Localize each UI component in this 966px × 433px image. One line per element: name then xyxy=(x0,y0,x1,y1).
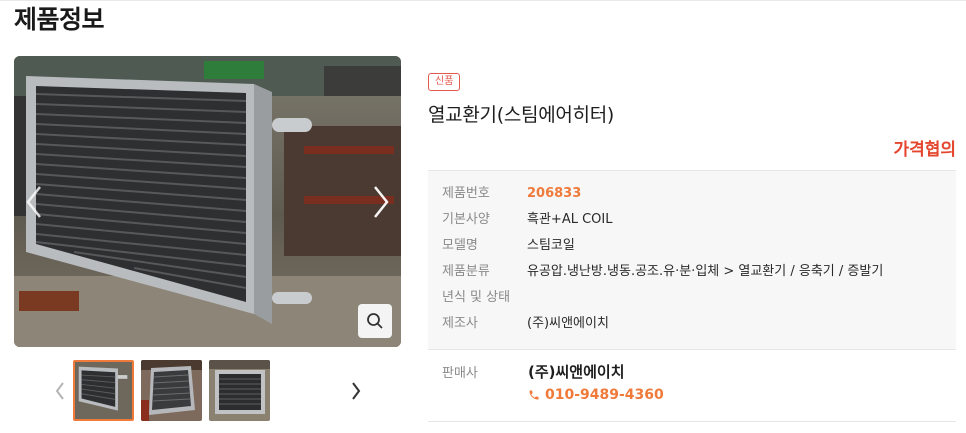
thumbnail-prev-button[interactable] xyxy=(50,378,70,404)
heat-exchanger-photo xyxy=(14,56,401,347)
image-prev-button[interactable] xyxy=(14,56,54,347)
info-label: 년식 및 상태 xyxy=(442,290,511,305)
info-label: 제조사 xyxy=(442,316,478,331)
product-main-image[interactable] xyxy=(14,56,401,347)
price-label: 가격협의 xyxy=(893,140,956,160)
page-title: 제품정보 xyxy=(14,5,105,34)
info-value: 흑관+AL COIL xyxy=(527,212,613,227)
chevron-right-icon xyxy=(374,185,389,218)
info-label: 모델명 xyxy=(442,238,478,253)
info-row-category: 제품분류 유공압.냉난방.냉동.공조.유·분·입체 > 열교환기 / 응축기 /… xyxy=(428,259,956,285)
chevron-left-icon xyxy=(26,185,41,218)
info-row-product-number: 제품번호 206833 xyxy=(428,181,956,207)
thumbnail-image xyxy=(209,360,270,421)
chevron-left-icon xyxy=(55,382,64,400)
seller-name[interactable]: (주)씨앤에이치 xyxy=(528,361,625,382)
phone-icon xyxy=(529,390,539,400)
info-row-model: 모델명 스팀코일 xyxy=(428,233,956,259)
product-number-value: 206833 xyxy=(527,186,582,201)
zoom-button[interactable] xyxy=(358,304,392,338)
condition-badge: 신품 xyxy=(428,73,461,91)
seller-phone: 010-9489-4360 xyxy=(545,387,664,403)
info-value: (주)씨앤에이치 xyxy=(527,316,609,331)
info-value: 스팀코일 xyxy=(527,238,575,253)
info-label: 기본사양 xyxy=(442,212,490,227)
seller-phone-link[interactable]: 010-9489-4360 xyxy=(528,387,664,403)
top-divider xyxy=(0,0,966,1)
thumbnail-image xyxy=(141,360,202,421)
info-label: 제품번호 xyxy=(442,186,490,201)
info-row-manufacturer: 제조사 (주)씨앤에이치 xyxy=(428,311,956,337)
seller-label: 판매사 xyxy=(442,366,478,381)
thumbnail-next-button[interactable] xyxy=(346,378,366,404)
thumbnail-image xyxy=(75,362,132,419)
product-info-table: 제품번호 206833 기본사양 흑관+AL COIL 모델명 스팀코일 제품분… xyxy=(428,170,956,350)
product-name: 열교환기(스팀에어히터) xyxy=(428,104,615,126)
info-row-spec: 기본사양 흑관+AL COIL xyxy=(428,207,956,233)
info-label: 제품분류 xyxy=(442,264,490,279)
category-path[interactable]: 유공압.냉난방.냉동.공조.유·분·입체 > 열교환기 / 응축기 / 증발기 xyxy=(527,259,883,285)
thumbnail-strip xyxy=(14,360,401,423)
search-icon xyxy=(367,313,383,329)
thumbnail-3[interactable] xyxy=(209,360,270,421)
chevron-right-icon xyxy=(352,382,361,400)
seller-section: 판매사 (주)씨앤에이치 010-9489-4360 xyxy=(428,349,956,422)
thumbnail-2[interactable] xyxy=(141,360,202,421)
thumbnail-1[interactable] xyxy=(73,360,134,421)
info-row-year-condition: 년식 및 상태 xyxy=(428,285,956,311)
